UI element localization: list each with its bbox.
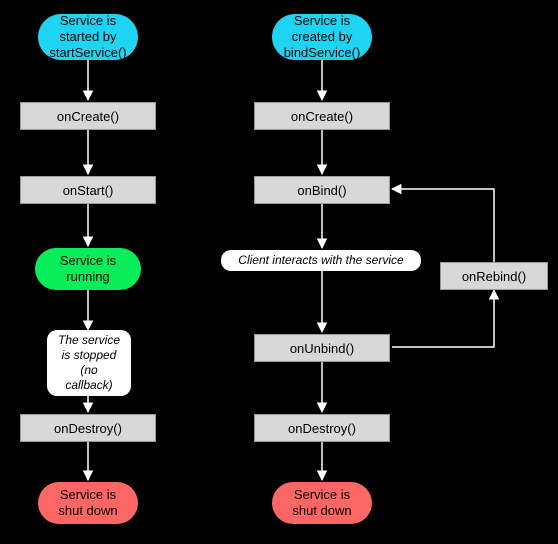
text: Client interacts with the service: [238, 253, 403, 268]
text: Service is: [294, 13, 350, 28]
label: onDestroy(): [288, 421, 356, 436]
right-ondestroy-box: onDestroy(): [254, 414, 390, 442]
text: running: [66, 269, 109, 284]
start-started-service: Service is started by startService(): [38, 14, 138, 60]
text: started by: [59, 29, 116, 44]
text: created by: [292, 29, 353, 44]
left-onstart-box: onStart(): [20, 176, 156, 204]
label: onCreate(): [291, 109, 353, 124]
label: onBind(): [297, 183, 346, 198]
text: Service is: [60, 13, 116, 28]
label: onDestroy(): [54, 421, 122, 436]
right-shutdown-state: Service is shut down: [272, 482, 372, 524]
left-ondestroy-box: onDestroy(): [20, 414, 156, 442]
right-onunbind-box: onUnbind(): [254, 334, 390, 362]
left-shutdown-state: Service is shut down: [38, 482, 138, 524]
right-oncreate-box: onCreate(): [254, 102, 390, 130]
left-oncreate-box: onCreate(): [20, 102, 156, 130]
text: Service is: [60, 487, 116, 502]
text: startService(): [49, 45, 126, 60]
label: onCreate(): [57, 109, 119, 124]
label: onStart(): [63, 183, 114, 198]
text: Service is: [60, 253, 116, 268]
service-running-state: Service is running: [35, 248, 141, 290]
text: (no callback): [65, 363, 112, 392]
text: is stopped: [62, 348, 117, 362]
text: shut down: [292, 503, 351, 518]
text: The service: [58, 333, 120, 347]
text: bindService(): [284, 45, 361, 60]
text: Service is: [294, 487, 350, 502]
service-stopped-note: The service is stopped (no callback): [47, 330, 131, 396]
start-bound-service: Service is created by bindService(): [272, 14, 372, 60]
label: onRebind(): [462, 269, 526, 284]
client-interacts-note: Client interacts with the service: [221, 250, 421, 271]
label: onUnbind(): [290, 341, 354, 356]
right-onrebind-box: onRebind(): [440, 262, 548, 290]
right-onbind-box: onBind(): [254, 176, 390, 204]
text: shut down: [58, 503, 117, 518]
